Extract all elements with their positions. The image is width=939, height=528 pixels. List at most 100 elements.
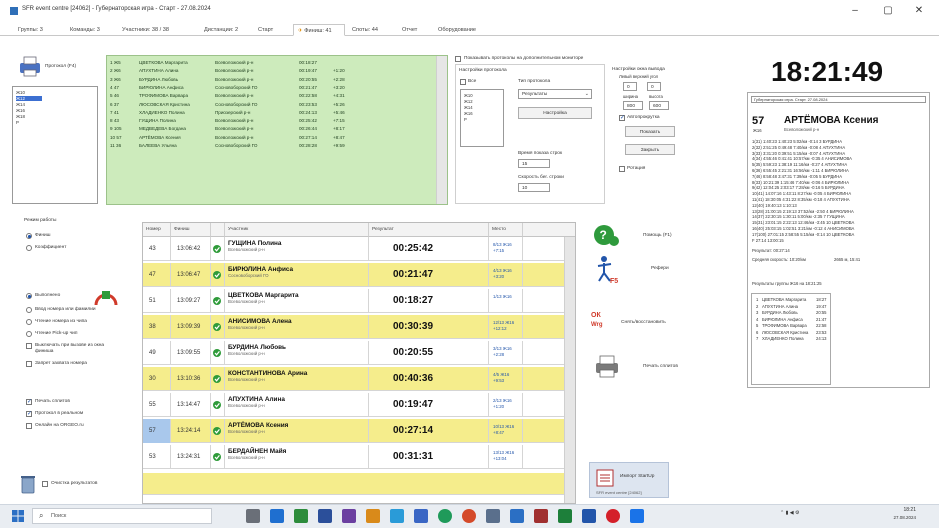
results-row[interactable]: 9 105 МЕДВЕДЕВА Богдана Всеволожский р-н 00…	[107, 125, 447, 133]
x-input[interactable]: 0	[623, 82, 637, 91]
finish-scrollbar[interactable]	[564, 237, 575, 503]
option-chip-radio[interactable]	[26, 319, 32, 325]
taskbar-app-icon[interactable]	[342, 509, 356, 523]
tab-teams[interactable]: Команды: 3	[70, 24, 116, 36]
option-pickup-radio[interactable]	[26, 331, 32, 337]
realtime-protocol-checkbox[interactable]	[26, 410, 32, 417]
y-input[interactable]: 0	[647, 82, 661, 91]
protocol-button[interactable]: Протокол (F4)	[18, 55, 96, 81]
mode-finish-radio[interactable]	[26, 233, 32, 239]
show-output-button[interactable]: Показать	[625, 126, 675, 137]
results-row[interactable]: 2 Ж6 АПУХТИНА Алина Всеволожский р-н 00:19:…	[107, 67, 447, 75]
autoscroll-checkbox[interactable]	[619, 114, 625, 121]
print-splits-checkbox[interactable]	[26, 398, 32, 405]
windows-start-icon[interactable]	[12, 510, 24, 522]
group-list-item[interactable]: Ж14	[16, 102, 42, 107]
tray-icons[interactable]: ⌃ ▮ ◀ ⚙	[780, 510, 799, 516]
mode-coefficient-radio[interactable]	[26, 245, 32, 251]
referee-button[interactable]: F5 Рефери	[585, 254, 725, 284]
taskbar-app-icon[interactable]	[582, 509, 596, 523]
tab-distances[interactable]: Дистанции: 2	[204, 24, 254, 36]
results-row[interactable]: 11 36 БАЛЕЕВА Ульяна Сосновоборский ГО 00:2…	[107, 142, 447, 150]
taskbar-app-icon[interactable]	[606, 509, 620, 523]
close-output-button[interactable]: Закрыть	[625, 144, 675, 155]
speed-input[interactable]: 10	[518, 183, 550, 192]
show-time-input[interactable]: 15	[518, 159, 550, 168]
finish-row[interactable]: 43 13:06:42 ГУЩИНА Полина Всеволожский р-н 0…	[143, 237, 575, 261]
tab-start[interactable]: Старт	[258, 24, 288, 36]
clear-results-control[interactable]: Очистка результатов	[20, 474, 130, 494]
close-button[interactable]: ✕	[899, 3, 939, 19]
finish-row[interactable]: 49 13:09:55 БУРДИНА Любовь Всеволожский р-н…	[143, 341, 575, 365]
tab-participants[interactable]: Участники: 38 / 38	[122, 24, 198, 36]
option-off-checkbox[interactable]	[26, 343, 32, 349]
tab-report[interactable]: Отчет	[402, 24, 434, 36]
taskbar-app-icon[interactable]	[486, 509, 500, 523]
tab-finish[interactable]: ✈ Финиш: 41	[293, 24, 345, 36]
loop-checkbox[interactable]	[619, 166, 625, 172]
finish-result: 00:21:47	[369, 263, 489, 287]
taskbar-app-icon[interactable]	[534, 509, 548, 523]
clear-results-checkbox[interactable]	[42, 481, 48, 487]
taskbar-app-icon[interactable]	[630, 509, 644, 523]
protocol-setup-button[interactable]: Настройка	[518, 107, 592, 119]
results-row[interactable]: 3 Ж6 БУРДИНА Любовь Всеволожский р-н 00:20:…	[107, 76, 447, 84]
taskbar-app-icon[interactable]	[366, 509, 380, 523]
results-row[interactable]: 5 46 ТРОФИМОВА Варвара Всеволожский р-н 00:…	[107, 92, 447, 100]
results-row[interactable]: 1 Ж5 ЦВЕТКОВА Маргарита Всеволожский р-н 00…	[107, 59, 447, 67]
taskbar-app-icon[interactable]	[438, 509, 452, 523]
protocol-group-list[interactable]: Ж10 Ж12 Ж14 Ж16 Р	[460, 89, 504, 147]
protocol-group-item[interactable]: Р	[464, 117, 467, 122]
protocol-group-item[interactable]: Ж12	[464, 99, 473, 104]
height-input[interactable]: 600	[649, 101, 669, 110]
group-list-item-selected[interactable]: Ж12	[16, 96, 42, 101]
taskbar-app-icon[interactable]	[390, 509, 404, 523]
width-input[interactable]: 800	[623, 101, 643, 110]
taskbar-app-icon[interactable]	[318, 509, 332, 523]
finish-row[interactable]: 47 13:06:47 БИРЮЛИНА Анфиса Сосновоборский …	[143, 263, 575, 287]
finish-row[interactable]: 55 13:14:47 АПУХТИНА Алина Всеволожский р-н…	[143, 393, 575, 417]
group-list-item[interactable]: Ж10	[16, 90, 42, 95]
taskbar-app-icon[interactable]	[294, 509, 308, 523]
protocol-group-item[interactable]: Ж10	[464, 93, 473, 98]
results-row[interactable]: 4 47 БИРЮЛИНА Анфиса Сосновоборский ГО 00:2…	[107, 84, 447, 92]
print-splits-button[interactable]: Печать сплитов	[585, 354, 725, 380]
protocol-group-item[interactable]: Ж14	[464, 105, 473, 110]
show-extra-monitor-checkbox[interactable]	[455, 56, 461, 62]
import-startup-button[interactable]: Импорт StartUp SFR event centre [24062]	[589, 462, 669, 498]
taskbar-app-icon[interactable]	[510, 509, 524, 523]
results-row[interactable]: 8 43 ГУЩИНА Полина Всеволожский р-н 00:25:4…	[107, 117, 447, 125]
taskbar-app-icon[interactable]	[558, 509, 572, 523]
protocol-type-select[interactable]: Результаты ⌄	[518, 89, 592, 99]
taskbar-app-icon[interactable]	[462, 509, 476, 523]
tab-equipment[interactable]: Оборудование	[438, 24, 498, 36]
group-list-item[interactable]: Р	[16, 120, 42, 125]
help-button[interactable]: ? Помощь (F1)	[585, 224, 725, 248]
results-scrollbar[interactable]	[436, 56, 447, 204]
finish-row[interactable]: 38 13:09:39 АНИСИМОВА Алена Всеволожский р-…	[143, 315, 575, 339]
tab-splits[interactable]: Споты: 44	[352, 24, 396, 36]
option-done-radio[interactable]	[26, 293, 32, 299]
results-row[interactable]: 10 57 АРТЁМОВА Ксения Всеволожский р-н 00:2…	[107, 134, 447, 142]
tab-groups[interactable]: Группы: 3	[18, 24, 62, 36]
results-row[interactable]: 7 41 ХЛАДИЕНКО Полина Приозерский р-н 00:24…	[107, 109, 447, 117]
finish-row[interactable]: 57 13:24:14 АРТЁМОВА Ксения Всеволожский р-…	[143, 419, 575, 443]
orgeo-online-checkbox[interactable]	[26, 423, 32, 429]
finish-row[interactable]: 30 13:10:36 КОНСТАНТИНОВА Арина Всеволожски…	[143, 367, 575, 391]
all-groups-checkbox[interactable]	[460, 79, 466, 85]
finish-row[interactable]: 51 13:09:27 ЦВЕТКОВА Маргарита Всеволожский…	[143, 289, 575, 313]
mismatch-button[interactable]: ОК Wrg Снять/восстановить	[585, 310, 725, 338]
finish-row[interactable]: 53 13:24:31 БЕРДАЙНЕН Майя Всеволожский р-н…	[143, 445, 575, 469]
group-list-item[interactable]: Ж18	[16, 114, 42, 119]
group-list[interactable]: Ж10 Ж12 Ж14 Ж16 Ж18 Р	[12, 86, 98, 204]
protocol-group-item[interactable]: Ж16	[464, 111, 473, 116]
taskbar-search[interactable]: ⌕ Поиск	[32, 508, 212, 524]
taskbar-app-icon[interactable]	[414, 509, 428, 523]
option-lock-checkbox[interactable]	[26, 361, 32, 367]
option-input-radio[interactable]	[26, 307, 32, 313]
results-row[interactable]: 6 37 ЛЮСОВСКАЯ Кристина Сосновоборский ГО 0…	[107, 101, 447, 109]
group-list-item[interactable]: Ж16	[16, 108, 42, 113]
new-entry-row[interactable]	[143, 473, 575, 495]
task-view-icon[interactable]	[246, 509, 260, 523]
taskbar-app-icon[interactable]	[270, 509, 284, 523]
